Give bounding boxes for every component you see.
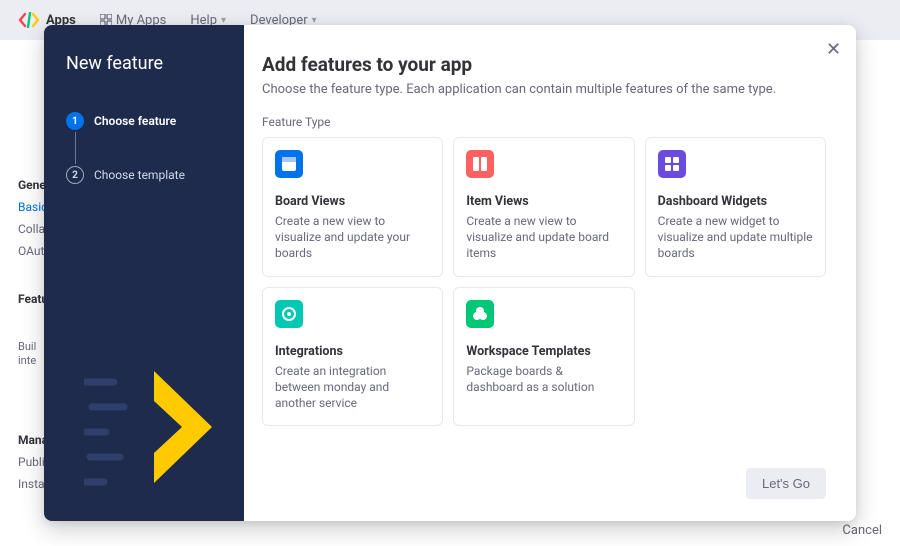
feature-type-label: Feature Type [262, 115, 826, 129]
content-title: Add features to your app [262, 53, 826, 76]
modal-left-panel: New feature 1 Choose feature 2 Choose te… [44, 25, 244, 521]
card-title: Dashboard Widgets [658, 194, 813, 209]
modal-content: ✕ Add features to your app Choose the fe… [244, 25, 856, 521]
new-feature-modal: New feature 1 Choose feature 2 Choose te… [44, 25, 856, 521]
close-icon: ✕ [826, 39, 841, 59]
steps-list: 1 Choose feature 2 Choose template [66, 110, 228, 186]
card-title: Integrations [275, 344, 430, 359]
card-desc: Package boards & dashboard as a solution [466, 363, 621, 395]
card-desc: Create a new widget to visualize and upd… [658, 213, 813, 262]
integrations-icon [275, 300, 303, 328]
card-integrations[interactable]: Integrations Create an integration betwe… [262, 287, 443, 427]
chevron-down-icon: ▾ [221, 15, 226, 26]
card-title: Item Views [466, 194, 621, 209]
lets-go-button[interactable]: Let's Go [746, 468, 826, 499]
step-1-dot: 1 [66, 112, 84, 130]
card-desc: Create an integration between monday and… [275, 363, 430, 412]
card-desc: Create a new view to visualize and updat… [275, 213, 430, 262]
close-button[interactable]: ✕ [820, 37, 844, 61]
workspace-templates-icon [466, 300, 494, 328]
bg-cancel[interactable]: Cancel [842, 523, 882, 538]
board-views-icon [275, 150, 303, 178]
bg-footer: Cancel [842, 523, 882, 538]
modal-actions: Let's Go [262, 448, 826, 499]
content-subtitle: Choose the feature type. Each applicatio… [262, 82, 826, 97]
panel-title: New feature [66, 53, 228, 74]
card-desc: Create a new view to visualize and updat… [466, 213, 621, 262]
card-board-views[interactable]: Board Views Create a new view to visuali… [262, 137, 443, 277]
step-2-label: Choose template [94, 168, 185, 182]
chevron-down-icon: ▾ [312, 15, 317, 26]
card-item-views[interactable]: Item Views Create a new view to visualiz… [453, 137, 634, 277]
step-1-label: Choose feature [94, 114, 176, 128]
step-1[interactable]: 1 Choose feature [66, 110, 228, 132]
card-dashboard-widgets[interactable]: Dashboard Widgets Create a new widget to… [645, 137, 826, 277]
step-2-dot: 2 [66, 166, 84, 184]
card-title: Board Views [275, 194, 430, 209]
card-title: Workspace Templates [466, 344, 621, 359]
dashboard-widgets-icon [658, 150, 686, 178]
feature-cards: Board Views Create a new view to visuali… [262, 137, 826, 426]
step-connector [75, 132, 76, 164]
code-icon [18, 12, 40, 28]
item-views-icon [466, 150, 494, 178]
arrow-decoration-icon [84, 347, 244, 507]
card-workspace-templates[interactable]: Workspace Templates Package boards & das… [453, 287, 634, 427]
step-2[interactable]: 2 Choose template [66, 164, 228, 186]
